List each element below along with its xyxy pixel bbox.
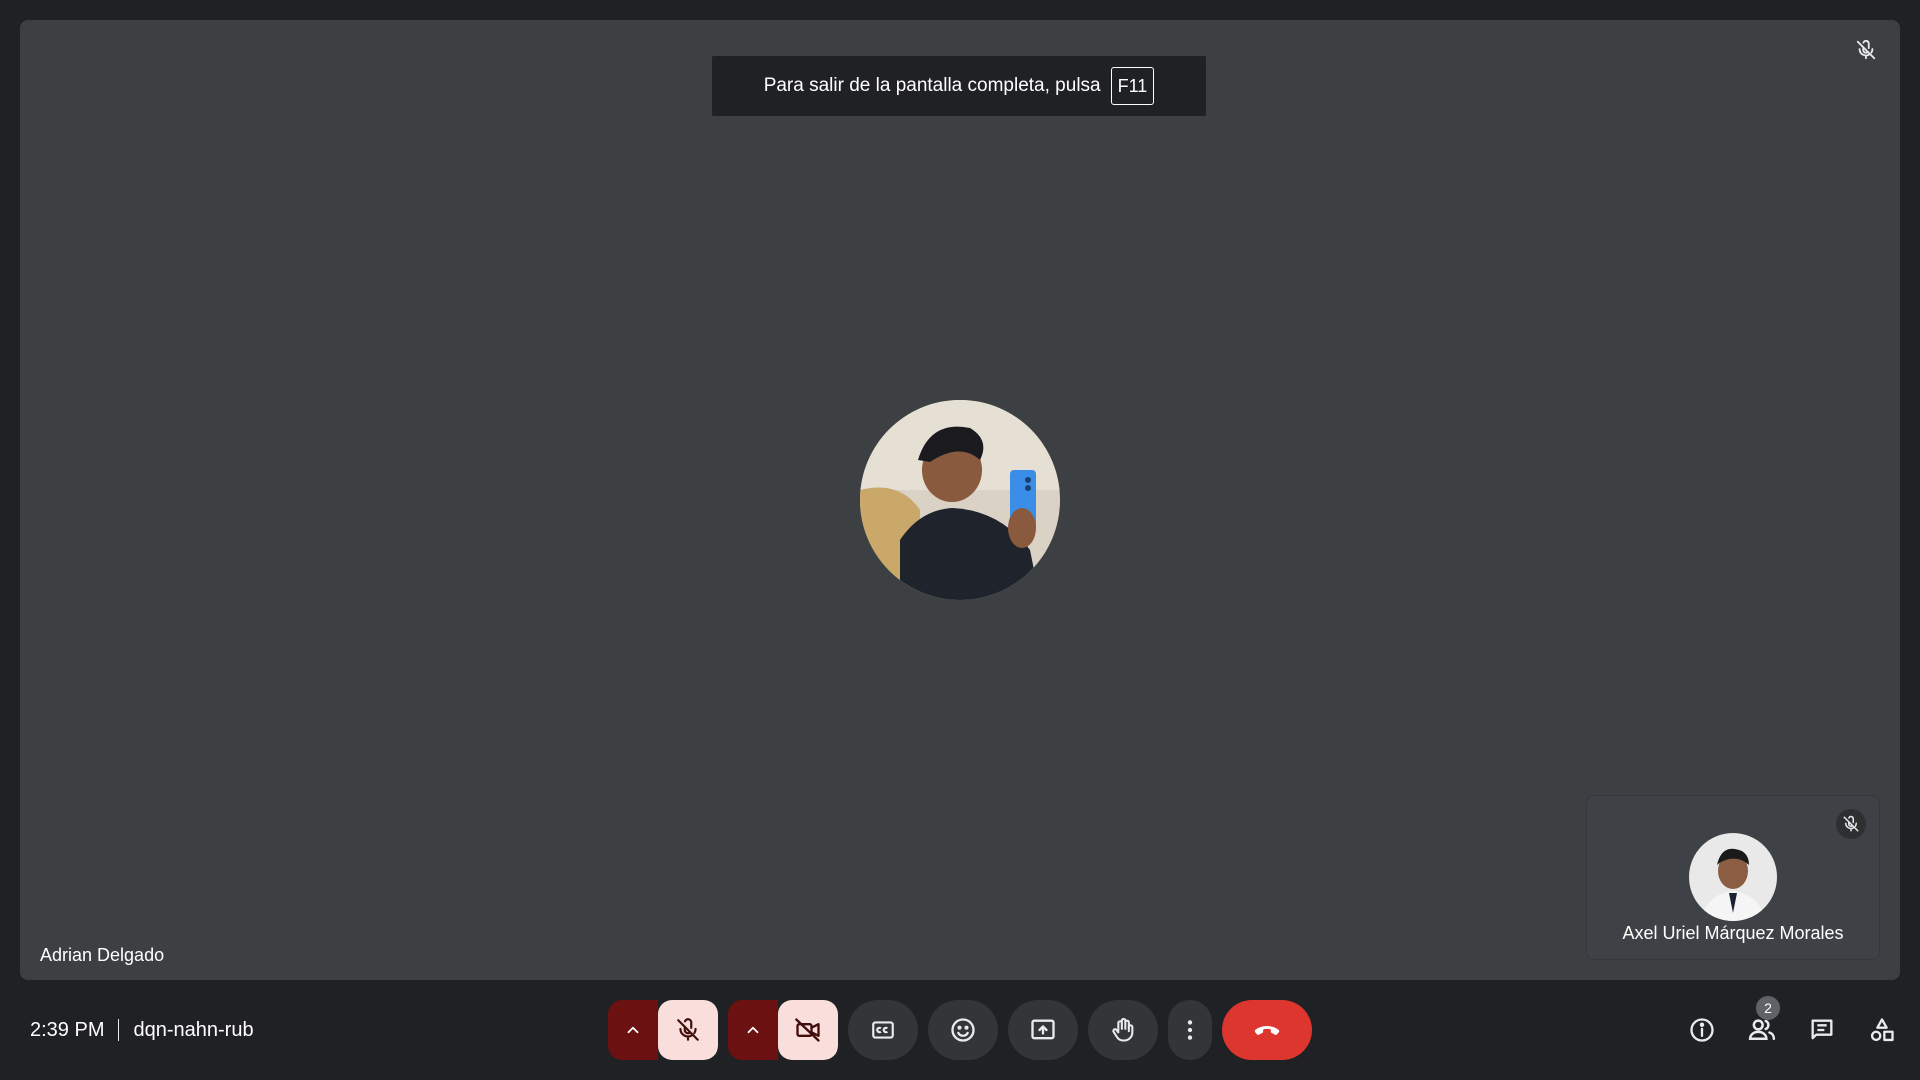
leave-call-button[interactable] xyxy=(1222,1000,1312,1060)
control-bar xyxy=(608,1000,1312,1060)
meeting-time: 2:39 PM xyxy=(30,1018,105,1041)
video-options-button[interactable] xyxy=(728,1000,778,1060)
audio-options-button[interactable] xyxy=(608,1000,658,1060)
participant-count-badge: 2 xyxy=(1756,996,1780,1020)
emoji-icon xyxy=(951,1018,975,1042)
mic-toggle-button[interactable] xyxy=(658,1000,718,1060)
main-participant-avatar xyxy=(860,400,1060,600)
raise-hand-button[interactable] xyxy=(1088,1000,1158,1060)
camera-control-group xyxy=(728,1000,838,1060)
chevron-up-icon xyxy=(747,1026,759,1034)
videocam-off-icon xyxy=(795,1018,820,1042)
more-options-button[interactable] xyxy=(1168,1000,1212,1060)
mic-control-group xyxy=(608,1000,718,1060)
camera-toggle-button[interactable] xyxy=(778,1000,838,1060)
fullscreen-key: F11 xyxy=(1110,67,1155,105)
main-participant-name: Adrian Delgado xyxy=(40,945,165,965)
call-end-icon xyxy=(1254,1026,1280,1035)
divider xyxy=(118,1019,120,1041)
emoji-reactions-button[interactable] xyxy=(928,1000,998,1060)
chat-icon xyxy=(1811,1019,1833,1040)
present-screen-button[interactable] xyxy=(1008,1000,1078,1060)
captions-icon xyxy=(872,1021,894,1039)
chevron-up-icon xyxy=(627,1026,639,1034)
side-panel-controls: 2 xyxy=(1682,996,1902,1056)
self-avatar xyxy=(1689,833,1777,921)
present-icon xyxy=(1031,1019,1055,1040)
meeting-details-button[interactable] xyxy=(1682,1010,1722,1050)
activities-button[interactable] xyxy=(1862,1010,1902,1050)
raise-hand-icon xyxy=(1112,1017,1134,1042)
fullscreen-banner-text: Para salir de la pantalla completa, puls… xyxy=(763,75,1101,96)
self-name: Axel Uriel Márquez Morales xyxy=(1622,923,1844,943)
mic-off-icon xyxy=(677,1018,699,1041)
captions-button[interactable] xyxy=(848,1000,918,1060)
self-mic-off-icon xyxy=(1836,809,1866,839)
meeting-code: dqn-nahn-rub xyxy=(133,1018,254,1041)
people-icon xyxy=(1748,1019,1776,1040)
self-video-tile[interactable]: Axel Uriel Márquez Morales xyxy=(1586,795,1880,960)
chat-button[interactable] xyxy=(1802,1010,1842,1050)
more-vert-icon xyxy=(1187,1020,1193,1040)
activities-icon xyxy=(1870,1018,1894,1042)
meeting-info: 2:39 PM dqn-nahn-rub xyxy=(30,1014,254,1046)
fullscreen-banner: Para salir de la pantalla completa, puls… xyxy=(712,56,1206,116)
info-icon xyxy=(1690,1018,1714,1042)
people-button[interactable]: 2 xyxy=(1742,996,1782,1050)
main-participant-mic-off-icon xyxy=(1850,34,1882,66)
